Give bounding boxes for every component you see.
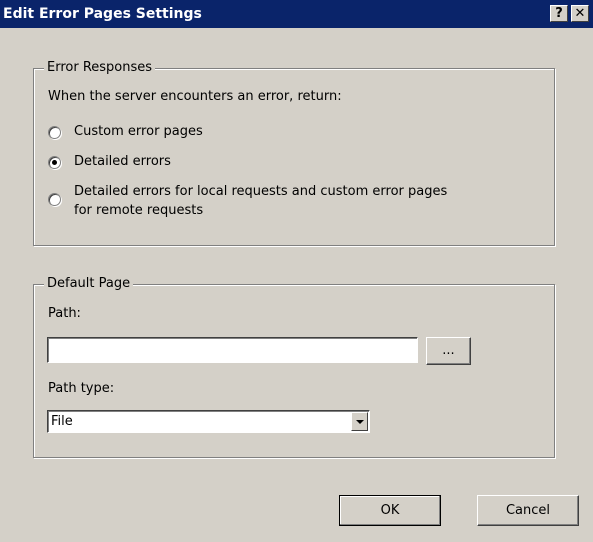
edit-error-pages-dialog: Edit Error Pages Settings ? ✕ Error Resp… [0, 0, 593, 542]
error-responses-prompt: When the server encounters an error, ret… [48, 89, 342, 104]
default-page-group: Default Page Path: ... Path type: File [33, 276, 555, 458]
close-icon[interactable]: ✕ [571, 5, 589, 22]
path-type-value: File [51, 414, 73, 429]
error-responses-legend: Error Responses [44, 60, 156, 75]
path-type-label: Path type: [48, 381, 115, 396]
browse-button[interactable]: ... [426, 337, 471, 365]
help-icon[interactable]: ? [550, 5, 568, 22]
title-bar: Edit Error Pages Settings ? ✕ [0, 0, 593, 28]
radio-detailed-errors[interactable] [48, 156, 61, 169]
radio-label-detailed-errors[interactable]: Detailed errors [74, 154, 171, 169]
window-title: Edit Error Pages Settings [3, 6, 202, 22]
ok-button[interactable]: OK [339, 495, 441, 526]
radio-selected-dot [52, 160, 57, 165]
radio-label-custom-error-pages[interactable]: Custom error pages [74, 124, 203, 139]
chevron-down-icon[interactable] [351, 412, 368, 431]
path-label: Path: [48, 306, 81, 321]
radio-detailed-local-custom-remote[interactable] [48, 193, 61, 206]
path-input[interactable] [47, 337, 418, 363]
error-responses-group: Error Responses When the server encounte… [33, 60, 555, 246]
radio-custom-error-pages[interactable] [48, 126, 61, 139]
default-page-legend: Default Page [44, 276, 134, 291]
radio-label-detailed-local-line2[interactable]: for remote requests [74, 203, 203, 218]
cancel-button[interactable]: Cancel [477, 495, 579, 526]
path-type-select[interactable]: File [47, 410, 370, 433]
radio-label-detailed-local-line1[interactable]: Detailed errors for local requests and c… [74, 184, 447, 199]
